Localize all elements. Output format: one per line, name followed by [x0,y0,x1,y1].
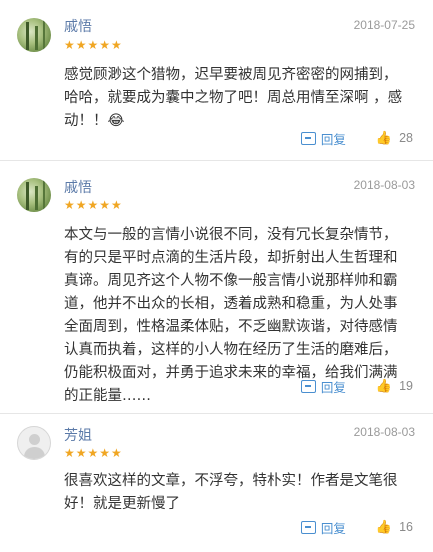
comment-actions: 回复 👍 19 [300,377,413,396]
comment-line: 道，他并不出众的长相，透着成熟和稳重，为人处事 [64,296,398,312]
reply-icon[interactable] [300,131,316,145]
comment-item: 戚悟 2018-07-25 ★★★★★ 感觉顾渺这个猎物，迟早要被周见齐密密的网… [0,0,433,160]
like-count: 28 [399,131,413,145]
comment-line: 很喜欢这样的文章，不浮夸，特朴实！作者是文笔很 [64,473,398,489]
comment-actions: 回复 👍 16 [300,518,413,537]
comment-line: 有的只是平时点滴的生活片段，却折射出人生哲理和 [64,250,398,266]
username[interactable]: 芳姐 [64,425,92,445]
avatar[interactable] [17,426,51,460]
like-count: 19 [399,379,413,393]
comment-date: 2018-07-25 [353,18,415,32]
reply-icon[interactable] [300,379,316,393]
comment-line: 全面周到，性格温柔体贴，不乏幽默诙谐，对待感情 [64,319,398,335]
reply-button[interactable]: 回复 [321,377,346,396]
thumbs-up-icon[interactable]: 👍 [376,131,392,146]
comment-actions: 回复 👍 28 [300,129,413,148]
comment-date: 2018-08-03 [353,178,415,192]
avatar[interactable] [17,18,51,52]
like-count: 16 [399,520,413,534]
reply-icon[interactable] [300,520,316,534]
thumbs-up-icon[interactable]: 👍 [376,520,392,535]
star-rating: ★★★★★ [64,38,123,52]
comment-line: 好！就是更新慢了 [64,496,180,512]
comment-line: 认真而执着，这样的小人物在经历了生活的磨难后， [64,342,398,358]
comment-item: 芳姐 2018-08-03 ★★★★★ 很喜欢这样的文章，不浮夸，特朴实！作者是… [0,414,433,552]
reply-button[interactable]: 回复 [321,518,346,537]
star-rating: ★★★★★ [64,198,123,212]
comment-line: 本文与一般的言情小说很不同，没有冗长复杂情节， [64,227,398,243]
comment-line: 真谛。周见齐这个人物不像一般言情小说那样帅和霸 [64,273,398,289]
username[interactable]: 戚悟 [64,177,92,197]
reply-button[interactable]: 回复 [321,129,346,148]
comment-text: 很喜欢这样的文章，不浮夸，特朴实！作者是文笔很 好！就是更新慢了 [64,470,416,516]
avatar[interactable] [17,178,51,212]
star-rating: ★★★★★ [64,446,123,460]
comment-line: 感觉顾渺这个猎物，迟早要被周见齐密密的网捕到， [64,67,398,83]
comment-text: 感觉顾渺这个猎物，迟早要被周见齐密密的网捕到， 哈哈，就要成为囊中之物了吧！周总… [64,64,416,133]
thumbs-up-icon[interactable]: 👍 [376,379,392,394]
comment-date: 2018-08-03 [353,425,415,439]
comment-line: 哈哈，就要成为囊中之物了吧！周总用情至深啊 ，感 [64,90,403,106]
username[interactable]: 戚悟 [64,16,92,36]
comment-item: 戚悟 2018-08-03 ★★★★★ 本文与一般的言情小说很不同，没有冗长复杂… [0,161,433,413]
